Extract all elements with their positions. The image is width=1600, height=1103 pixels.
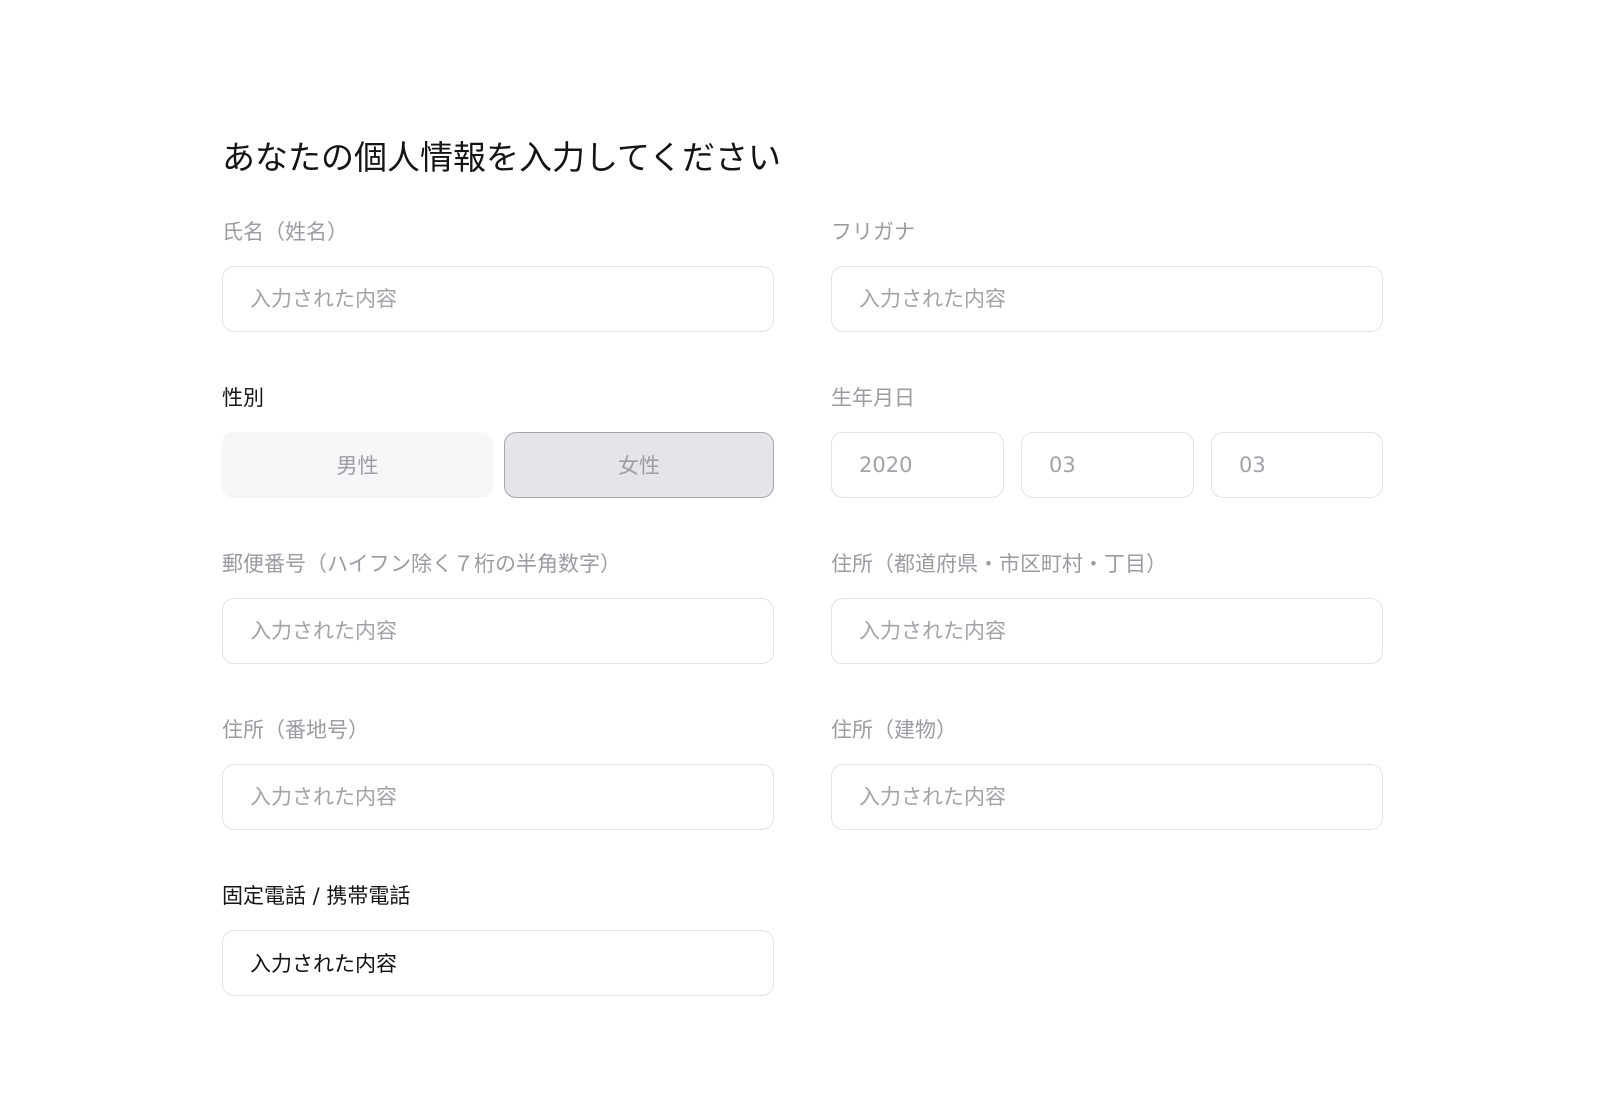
gender-female-button[interactable]: 女性 [504,432,774,498]
birth-day-input[interactable] [1211,432,1383,498]
gender-male-button[interactable]: 男性 [222,432,493,498]
birth-month-input[interactable] [1021,432,1194,498]
address-number-label: 住所（番地号） [222,718,369,742]
phone-label: 固定電話 / 携帯電話 [222,884,411,908]
name-label: 氏名（姓名） [222,220,348,244]
postal-code-input[interactable] [222,598,774,664]
birthdate-label: 生年月日 [831,386,915,410]
name-input[interactable] [222,266,774,332]
phone-input[interactable] [222,930,774,996]
page-title: あなたの個人情報を入力してください [222,138,782,178]
furigana-input[interactable] [831,266,1383,332]
postal-code-label: 郵便番号（ハイフン除く７桁の半角数字） [222,552,621,576]
furigana-label: フリガナ [831,220,915,244]
address-region-label: 住所（都道府県・市区町村・丁目） [831,552,1167,576]
address-building-input[interactable] [831,764,1383,830]
address-number-input[interactable] [222,764,774,830]
gender-label: 性別 [222,386,264,410]
address-region-input[interactable] [831,598,1383,664]
birth-year-input[interactable] [831,432,1004,498]
address-building-label: 住所（建物） [831,718,957,742]
